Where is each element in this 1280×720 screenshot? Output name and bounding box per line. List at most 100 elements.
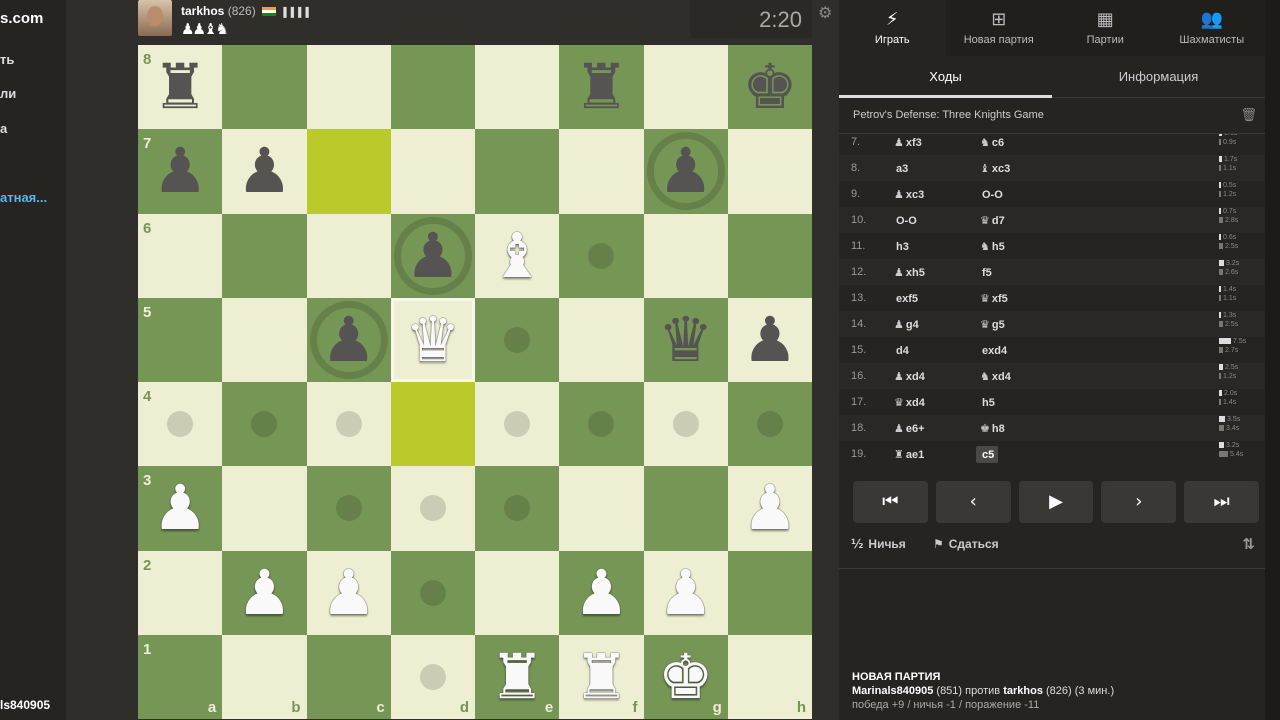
- square-d1[interactable]: d: [390, 634, 475, 719]
- square-e2[interactable]: [475, 550, 560, 635]
- white-pawn-icon[interactable]: ♟: [237, 561, 293, 624]
- square-g8[interactable]: [643, 45, 728, 130]
- square-b3[interactable]: [222, 466, 307, 551]
- avatar[interactable]: [138, 0, 172, 36]
- sidebar-item-2[interactable]: ли: [0, 86, 16, 101]
- square-c1[interactable]: c: [306, 634, 391, 719]
- sidebar-item-3[interactable]: а: [0, 121, 7, 136]
- square-a3[interactable]: 3 ♟: [138, 466, 223, 551]
- square-c7[interactable]: [306, 129, 391, 214]
- move-hint-dot[interactable]: [588, 411, 615, 438]
- square-e4[interactable]: [475, 382, 560, 467]
- white-move[interactable]: d4: [894, 344, 909, 357]
- black-move[interactable]: ♛ xf5: [980, 292, 1008, 305]
- black-move[interactable]: ♛ g5: [980, 318, 1005, 331]
- white-move[interactable]: ♟ xf3: [894, 136, 922, 149]
- white-move[interactable]: ♜ ae1: [894, 448, 924, 461]
- move-hint-dot[interactable]: [588, 242, 615, 269]
- square-f4[interactable]: [559, 382, 644, 467]
- square-g2[interactable]: ♟: [643, 550, 728, 635]
- white-move[interactable]: ♟ g4: [894, 318, 919, 331]
- square-a8[interactable]: 8 ♜: [138, 45, 223, 130]
- square-b4[interactable]: [222, 382, 307, 467]
- white-move[interactable]: ♟ e6+: [894, 422, 925, 435]
- white-pawn-icon[interactable]: ♟: [321, 561, 377, 624]
- square-g4[interactable]: [643, 382, 728, 467]
- black-move[interactable]: ♝ xc3: [980, 162, 1010, 175]
- next-move-button[interactable]: ›: [1101, 481, 1177, 523]
- square-f7[interactable]: [559, 129, 644, 214]
- square-d6[interactable]: ♟: [390, 213, 475, 298]
- square-h6[interactable]: [727, 213, 812, 298]
- square-d4[interactable]: [390, 382, 475, 467]
- move-hint-dot[interactable]: [251, 411, 278, 438]
- move-hint-dot[interactable]: [504, 326, 531, 353]
- move-hint-dot[interactable]: [335, 495, 362, 522]
- square-c4[interactable]: [306, 382, 391, 467]
- square-a7[interactable]: 7 ♟: [138, 129, 223, 214]
- black-move[interactable]: ♚ h8: [980, 422, 1005, 435]
- black-move[interactable]: exd4: [980, 344, 1007, 357]
- capture-hint[interactable]: [309, 300, 388, 379]
- square-a2[interactable]: 2: [138, 550, 223, 635]
- square-f2[interactable]: ♟: [559, 550, 644, 635]
- square-b5[interactable]: [222, 297, 307, 382]
- move-hint-dot[interactable]: [335, 411, 362, 438]
- black-move[interactable]: O-O: [980, 188, 1003, 201]
- square-h7[interactable]: [727, 129, 812, 214]
- square-e7[interactable]: [475, 129, 560, 214]
- white-move[interactable]: exf5: [894, 292, 918, 305]
- square-h2[interactable]: [727, 550, 812, 635]
- black-move[interactable]: ♛ d7: [980, 214, 1005, 227]
- white-queen-icon[interactable]: ♛: [405, 308, 461, 371]
- black-pawn-icon[interactable]: ♟: [237, 140, 293, 202]
- tab-players[interactable]: 👥 Шахматисты: [1159, 0, 1266, 56]
- square-d8[interactable]: [390, 45, 475, 130]
- square-f1[interactable]: f ♜: [559, 634, 644, 719]
- draw-button[interactable]: ½ Ничья: [851, 537, 906, 551]
- square-b1[interactable]: b: [222, 634, 307, 719]
- square-h4[interactable]: [727, 382, 812, 467]
- move-hint-dot[interactable]: [756, 411, 783, 438]
- black-move[interactable]: ♞ xd4: [980, 370, 1011, 383]
- white-move[interactable]: a3: [894, 162, 908, 175]
- square-f5[interactable]: [559, 297, 644, 382]
- bottom-username[interactable]: ls840905: [0, 698, 50, 712]
- tab-games[interactable]: ▦ Партии: [1052, 0, 1159, 56]
- site-logo[interactable]: s.com: [0, 10, 43, 27]
- gear-icon[interactable]: ⚙: [818, 3, 832, 23]
- square-e6[interactable]: ♝: [475, 213, 560, 298]
- black-move[interactable]: ♞ c6: [980, 136, 1004, 149]
- white-move[interactable]: ♟ xh5: [894, 266, 925, 279]
- white-pawn-icon[interactable]: ♟: [658, 561, 714, 624]
- white-rook-icon[interactable]: ♜: [489, 645, 545, 708]
- square-h3[interactable]: ♟: [727, 466, 812, 551]
- square-a6[interactable]: 6: [138, 213, 223, 298]
- black-pawn-icon[interactable]: ♟: [152, 140, 208, 202]
- move-hint-dot[interactable]: [504, 411, 531, 438]
- capture-hint[interactable]: [393, 216, 472, 295]
- white-bishop-icon[interactable]: ♝: [489, 224, 545, 287]
- move-hint-dot[interactable]: [419, 495, 446, 522]
- square-g7[interactable]: ♟: [643, 129, 728, 214]
- previous-move-button[interactable]: ‹: [935, 481, 1011, 523]
- black-move[interactable]: c5: [976, 446, 999, 463]
- sidebar-link[interactable]: атная...: [0, 190, 47, 205]
- sidebar-item-1[interactable]: ть: [0, 52, 14, 67]
- white-pawn-icon[interactable]: ♟: [152, 477, 208, 539]
- square-e1[interactable]: e ♜: [475, 634, 560, 719]
- tab-moves[interactable]: Ходы: [839, 56, 1052, 98]
- square-a5[interactable]: 5: [138, 297, 223, 382]
- square-c5[interactable]: ♟: [306, 297, 391, 382]
- resign-button[interactable]: ⚑ Сдаться: [933, 537, 999, 551]
- square-e3[interactable]: [475, 466, 560, 551]
- white-pawn-icon[interactable]: ♟: [574, 561, 630, 624]
- square-e5[interactable]: [475, 297, 560, 382]
- move-hint-dot[interactable]: [672, 411, 699, 438]
- white-pawn-icon[interactable]: ♟: [742, 477, 798, 539]
- black-pawn-icon[interactable]: ♟: [742, 308, 798, 371]
- square-a1[interactable]: 1a: [138, 634, 223, 719]
- square-b6[interactable]: [222, 213, 307, 298]
- square-a4[interactable]: 4: [138, 382, 223, 467]
- square-h5[interactable]: ♟: [727, 297, 812, 382]
